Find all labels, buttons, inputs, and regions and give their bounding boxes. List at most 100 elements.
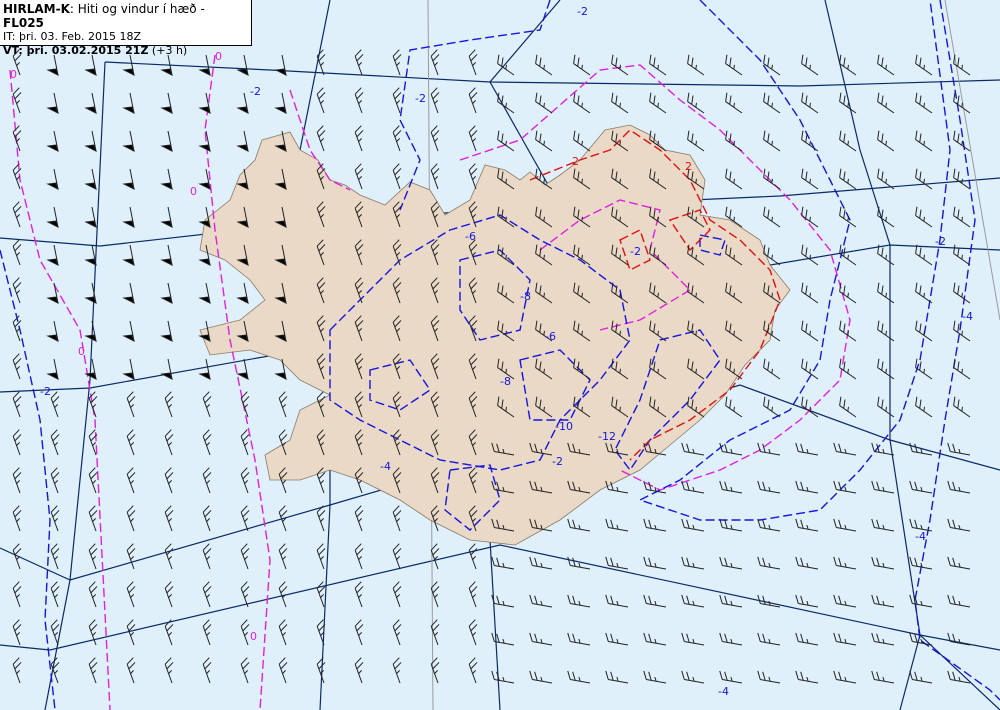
wind-barb — [46, 244, 59, 266]
wind-barb — [877, 130, 895, 152]
wind-barb — [88, 467, 98, 494]
wind-barb — [46, 320, 59, 342]
wind-barb — [567, 594, 591, 608]
wind-barb — [160, 130, 173, 152]
wind-barb — [430, 125, 440, 152]
wind-barb — [160, 320, 173, 342]
contour-label: -8 — [500, 375, 511, 388]
wind-barb — [160, 206, 173, 228]
model-name: HIRLAM-K — [3, 2, 70, 16]
wind-barb — [947, 556, 971, 570]
wind-barb — [529, 556, 553, 570]
wind-barb — [535, 92, 553, 114]
wind-barb — [46, 358, 59, 380]
wind-barb — [50, 581, 60, 608]
wind-barb — [719, 632, 743, 646]
wind-barb — [46, 282, 59, 304]
wind-barb — [801, 206, 819, 228]
wind-barb — [12, 619, 22, 646]
wind-barb — [763, 206, 781, 228]
wind-barb — [88, 543, 98, 570]
wind-barb — [871, 556, 895, 570]
wind-barb — [801, 54, 819, 76]
wind-barb — [953, 54, 971, 76]
wind-barb — [12, 239, 22, 266]
wind-barb — [198, 92, 211, 114]
contour-negative — [0, 249, 56, 710]
wind-barb — [198, 282, 211, 304]
wind-barb — [795, 670, 819, 684]
wind-barb — [430, 657, 440, 684]
wind-barb — [801, 92, 819, 114]
wind-barb — [681, 670, 705, 684]
wind-barb — [833, 670, 857, 684]
wind-barb — [719, 480, 743, 494]
wind-barb — [909, 480, 933, 494]
wind-barb — [877, 320, 895, 342]
wind-barb — [84, 320, 97, 342]
wind-barb — [354, 619, 364, 646]
wind-barb — [46, 168, 59, 190]
wind-barb — [795, 442, 819, 456]
wind-barb — [202, 505, 212, 532]
wind-barb — [392, 163, 402, 190]
valid-time-label: VT: — [3, 44, 27, 57]
weather-map: 0 0 0 0 0 -2 -2 -2 -2 -2 -2 -4 -4 -4 -6 -6 -8 -8 -10 -12 2 2-… — [0, 0, 1000, 710]
wind-barb — [801, 320, 819, 342]
lead-time: (+3 h) — [148, 44, 188, 57]
initial-time: þri. 03. Feb. 2015 18Z — [18, 30, 142, 43]
wind-barb — [757, 670, 781, 684]
wind-barb — [126, 391, 136, 418]
wind-barb — [915, 396, 933, 418]
wind-barb — [278, 581, 288, 608]
wind-barb — [643, 670, 667, 684]
contour-label: -2 — [630, 245, 641, 258]
wind-barb — [278, 391, 288, 418]
wind-barb — [202, 467, 212, 494]
wind-barb — [719, 670, 743, 684]
wind-barb — [795, 556, 819, 570]
wind-barb — [274, 92, 287, 114]
wind-barb — [468, 543, 478, 570]
wind-barb — [605, 556, 629, 570]
wind-barb — [236, 130, 249, 152]
contour-label: -2 — [935, 235, 946, 248]
wind-barb — [953, 396, 971, 418]
wind-barb — [468, 619, 478, 646]
wind-barb — [529, 632, 553, 646]
wind-barb — [567, 670, 591, 684]
wind-barb — [468, 657, 478, 684]
map-title-box: HIRLAM-K: Hiti og vindur í hæð - FL025 I… — [0, 0, 252, 57]
contour-label: -2 — [577, 5, 588, 18]
wind-barb — [687, 92, 705, 114]
wind-barb — [649, 54, 667, 76]
contour-label: -8 — [520, 290, 531, 303]
wind-barb — [877, 206, 895, 228]
wind-barb — [198, 54, 211, 76]
wind-barb — [953, 320, 971, 342]
contour-label: 2 — [572, 155, 579, 168]
wind-barb — [795, 632, 819, 646]
wind-barb — [12, 201, 22, 228]
wind-barb — [392, 657, 402, 684]
wind-barb — [164, 543, 174, 570]
wind-barb — [392, 505, 402, 532]
wind-barb — [84, 168, 97, 190]
wind-barb — [687, 54, 705, 76]
contour-negative — [914, 0, 1000, 701]
wind-barb — [12, 353, 22, 380]
grid-line — [44, 61, 106, 710]
wind-barb — [50, 467, 60, 494]
wind-barb — [643, 632, 667, 646]
wind-barb — [164, 429, 174, 456]
wind-barb — [909, 670, 933, 684]
flight-level: FL025 — [3, 16, 44, 30]
wind-barb — [198, 358, 211, 380]
wind-barb — [795, 518, 819, 532]
wind-barb — [392, 581, 402, 608]
wind-barb — [392, 619, 402, 646]
contour-label: -10 — [555, 420, 573, 433]
wind-barb — [871, 632, 895, 646]
wind-barb — [725, 54, 743, 76]
wind-barb — [122, 54, 135, 76]
